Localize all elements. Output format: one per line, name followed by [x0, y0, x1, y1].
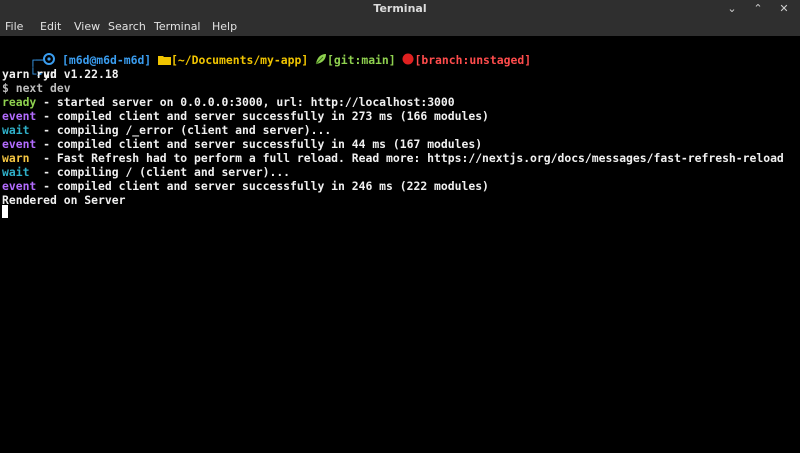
minimize-button[interactable]: ⌄ — [726, 2, 738, 15]
menu-view[interactable]: View — [74, 20, 100, 33]
log-tag-wait: wait — [2, 123, 30, 137]
git-branch: [git:main] — [327, 53, 396, 67]
window-title: Terminal — [373, 2, 427, 15]
close-button[interactable]: ✕ — [778, 2, 790, 15]
folder-icon — [158, 54, 172, 68]
user-host: [m6d@m6d-m6d] — [62, 53, 152, 67]
log-tag-wait: wait — [2, 165, 30, 179]
log-tag-event: event — [2, 109, 37, 123]
log-text: - compiled client and server successfull… — [36, 109, 489, 123]
menu-search[interactable]: Search — [108, 20, 146, 33]
log-text: - started server on 0.0.0.0:3000, url: h… — [36, 95, 455, 109]
window-controls: ⌄ ⌃ ✕ — [726, 2, 790, 15]
log-line: ready - started server on 0.0.0.0:3000, … — [2, 95, 455, 109]
menu-terminal[interactable]: Terminal — [154, 20, 201, 33]
branch-status: [branch:unstaged] — [414, 53, 532, 67]
leaf-icon — [315, 53, 327, 68]
log-line: warn - Fast Refresh had to perform a ful… — [2, 151, 784, 165]
menu-bar: File Edit View Search Terminal Help — [0, 18, 800, 36]
terminal-output[interactable]: ┌─ [m6d@m6d-m6d] [~/Documents/my-app] [g… — [0, 37, 800, 453]
log-line: event - compiled client and server succe… — [2, 179, 489, 193]
log-line: wait - compiling /_error (client and ser… — [2, 123, 331, 137]
menu-edit[interactable]: Edit — [40, 20, 61, 33]
rendered-line: Rendered on Server — [2, 193, 126, 207]
menu-file[interactable]: File — [5, 20, 23, 33]
text-cursor — [2, 205, 8, 218]
log-line: event - compiled client and server succe… — [2, 137, 482, 151]
log-tag-event: event — [2, 179, 37, 193]
log-line: event - compiled client and server succe… — [2, 109, 489, 123]
log-tag-ready: ready — [2, 95, 37, 109]
log-text: - compiled client and server successfull… — [36, 179, 489, 193]
maximize-button[interactable]: ⌃ — [752, 2, 764, 15]
red-dot-icon — [402, 53, 414, 68]
menu-help[interactable]: Help — [212, 20, 237, 33]
cwd-path: [~/Documents/my-app] — [171, 53, 309, 67]
next-dev-line: $ next dev — [2, 81, 71, 95]
log-text: - Fast Refresh had to perform a full rel… — [29, 151, 784, 165]
log-text: - compiling /_error (client and server).… — [29, 123, 332, 137]
log-tag-warn: warn — [2, 151, 30, 165]
log-text: - compiling / (client and server)... — [29, 165, 291, 179]
log-text: - compiled client and server successfull… — [36, 137, 483, 151]
log-line: wait - compiling / (client and server)..… — [2, 165, 290, 179]
yarn-version-line: yarn run v1.22.18 — [2, 67, 119, 81]
log-tag-event: event — [2, 137, 37, 151]
window-titlebar: Terminal ⌄ ⌃ ✕ — [0, 0, 800, 18]
